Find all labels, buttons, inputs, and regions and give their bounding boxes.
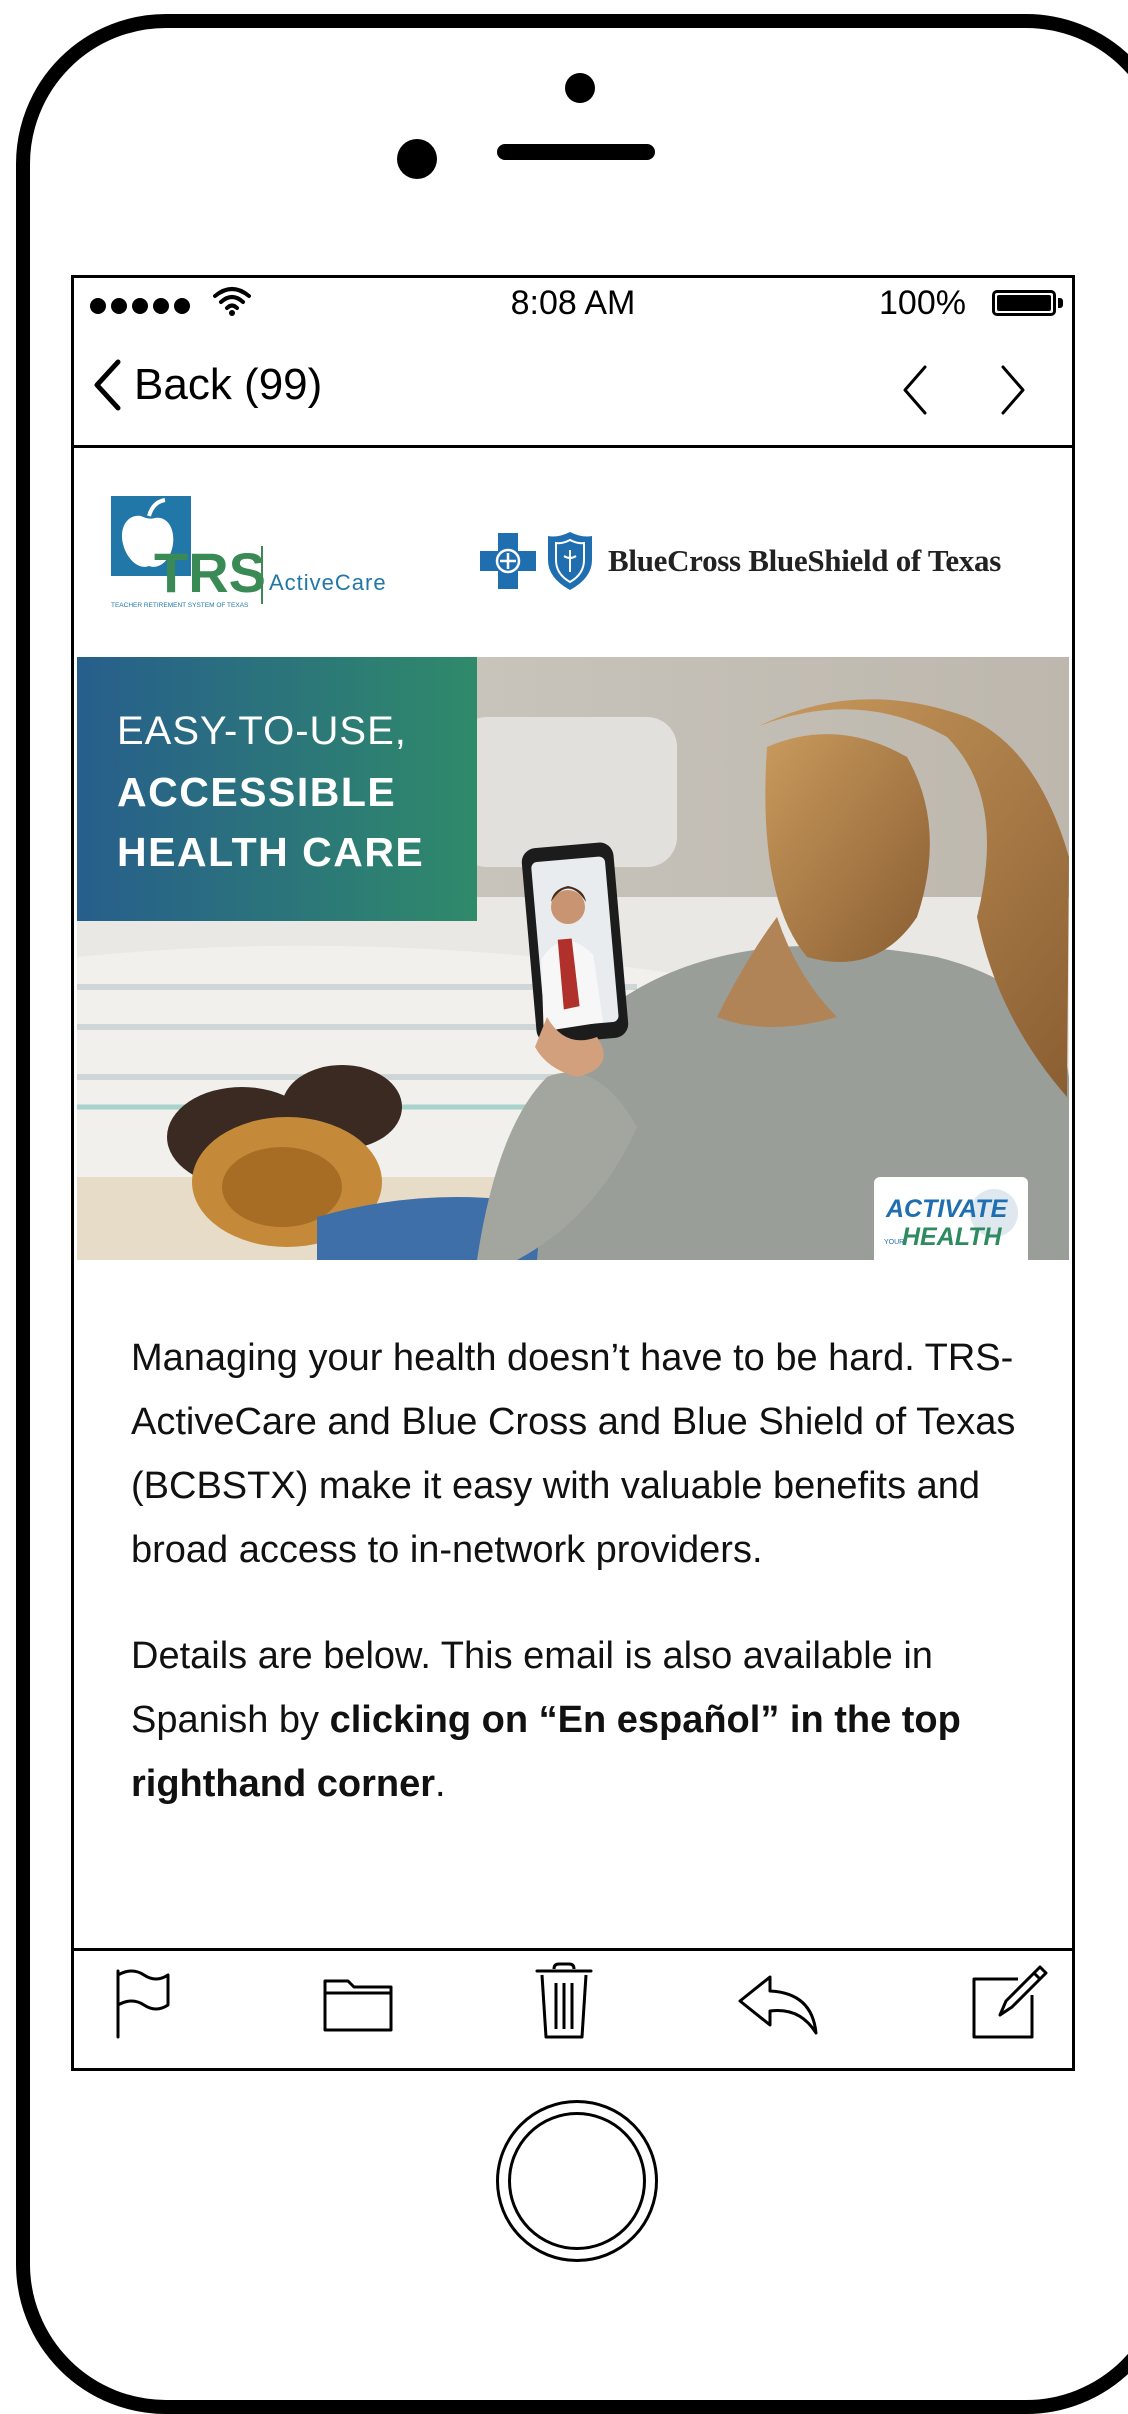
- hero-headline-banner: EASY-TO-USE, ACCESSIBLE HEALTH CARE: [77, 657, 477, 921]
- home-button[interactable]: [496, 2100, 658, 2262]
- email-paragraph-1: Managing your health doesn’t have to be …: [131, 1337, 1016, 1571]
- trs-caption: TEACHER RETIREMENT SYSTEM OF TEXAS: [111, 602, 249, 609]
- back-button[interactable]: Back (99): [92, 358, 322, 412]
- mail-toolbar: [74, 1948, 1072, 2068]
- folder-icon[interactable]: [322, 1973, 394, 2033]
- hero-headline-line2: ACCESSIBLE: [117, 769, 397, 815]
- mail-navigation-bar: Back (99): [74, 328, 1072, 448]
- reply-icon[interactable]: [736, 1973, 820, 2037]
- front-camera: [397, 139, 437, 179]
- hero-headline-line3: HEALTH CARE: [117, 829, 425, 875]
- bcbs-wordmark: BlueCross BlueShield of Texas: [608, 543, 1001, 578]
- email-paragraph-2: Details are below. This email is also av…: [131, 1624, 1031, 1816]
- activate-your-health-logo: ACTIVATE YOUR HEALTH: [874, 1177, 1028, 1260]
- activate-wordmark: ACTIVATE: [885, 1195, 1009, 1223]
- flag-icon[interactable]: [112, 1965, 174, 2041]
- chevron-left-icon: [94, 359, 121, 411]
- trs-wordmark: TRS: [154, 541, 266, 604]
- next-message-button[interactable]: [998, 364, 1028, 416]
- activecare-wordmark: ActiveCare: [269, 570, 387, 595]
- back-button-label: Back (99): [134, 360, 323, 409]
- health-wordmark: HEALTH: [902, 1223, 1002, 1251]
- home-button-ring: [508, 2112, 646, 2250]
- proximity-sensor: [565, 73, 595, 103]
- trash-icon[interactable]: [534, 1961, 594, 2041]
- email-header-logos: TRS ActiveCare TEACHER RETIREMENT SYSTEM…: [74, 448, 1072, 653]
- hero-headline-line1: EASY-TO-USE,: [117, 709, 407, 753]
- earpiece-speaker: [497, 144, 655, 160]
- phone-screen: 8:08 AM 100% Back (99) TRS ActiveCare TE…: [71, 275, 1075, 2071]
- email-paragraph-2-end: .: [435, 1763, 446, 1805]
- status-bar: 8:08 AM 100%: [74, 278, 1072, 328]
- compose-icon[interactable]: [970, 1961, 1050, 2041]
- activate-your-health-mark: ACTIVATE YOUR HEALTH: [884, 1189, 1018, 1251]
- blue-shield-icon: [548, 532, 592, 590]
- email-body: Managing your health doesn’t have to be …: [131, 1326, 1031, 1858]
- battery-percentage: 100%: [879, 284, 966, 322]
- trs-activecare-logo: TRS ActiveCare TEACHER RETIREMENT SYSTEM…: [111, 496, 387, 609]
- hero-image: EASY-TO-USE, ACCESSIBLE HEALTH CARE ACTI…: [77, 657, 1069, 1260]
- bcbs-texas-logo: BlueCross BlueShield of Texas: [478, 530, 1001, 592]
- battery-icon: [992, 290, 1056, 316]
- previous-message-button[interactable]: [900, 364, 930, 416]
- battery-tip: [1058, 298, 1063, 308]
- blue-cross-icon: [480, 533, 536, 589]
